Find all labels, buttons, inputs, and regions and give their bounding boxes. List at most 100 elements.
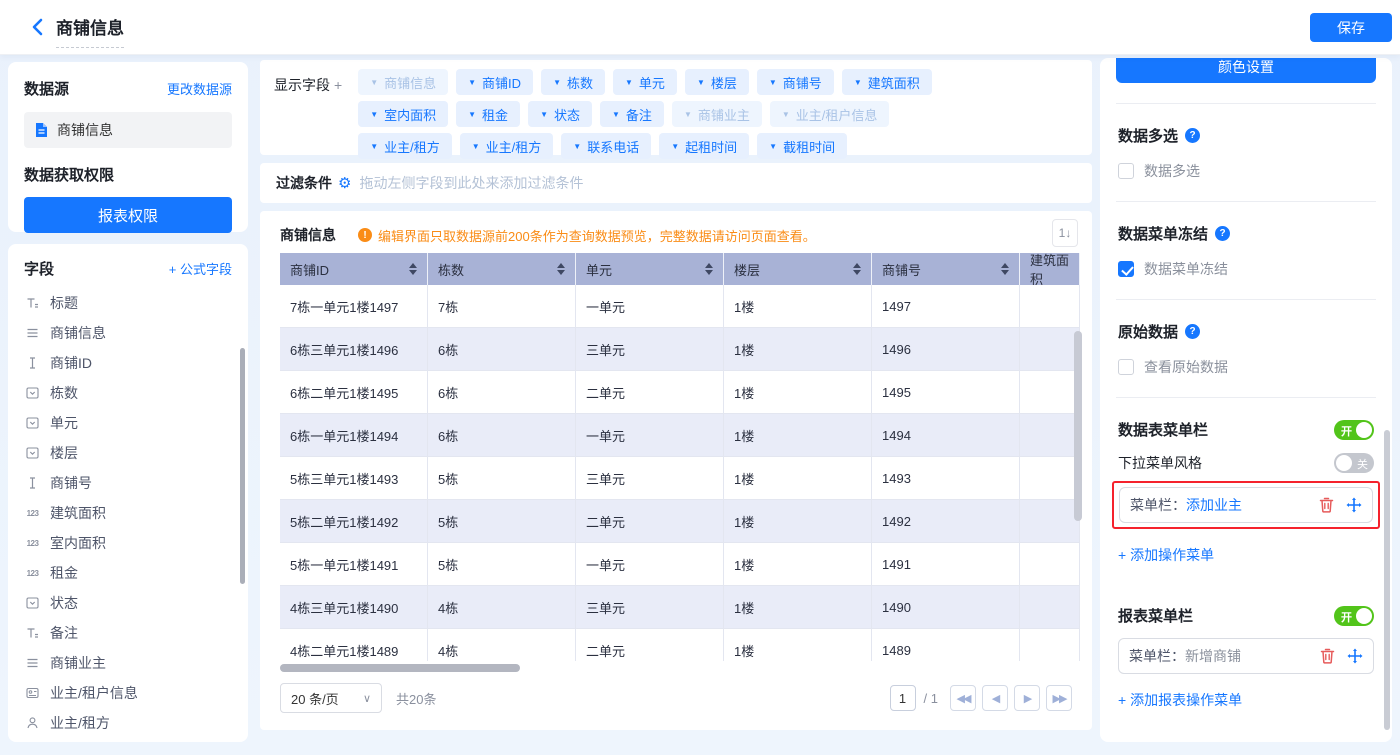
- column-header[interactable]: 栋数: [428, 253, 576, 285]
- dropdown-style-toggle-off[interactable]: 关: [1334, 453, 1374, 473]
- column-header[interactable]: 建筑面积: [1020, 253, 1080, 285]
- field-chip[interactable]: ▼业主/租方: [460, 133, 554, 159]
- field-chip[interactable]: ▼状态: [528, 101, 592, 127]
- table-row: 4栋二单元1楼14894栋二单元1楼1489: [280, 629, 1080, 661]
- checkbox-checked[interactable]: [1118, 261, 1134, 277]
- sort-tool-button[interactable]: 1↓: [1052, 219, 1078, 247]
- first-page-button[interactable]: ◀◀: [950, 685, 976, 711]
- menu-item-value-link[interactable]: 添加业主: [1186, 495, 1242, 515]
- trash-icon[interactable]: [1319, 497, 1334, 513]
- menu-freeze-checkbox-row[interactable]: 数据菜单冻结: [1118, 259, 1374, 279]
- column-header[interactable]: 商铺ID: [280, 253, 428, 285]
- field-item[interactable]: 状态: [24, 588, 232, 618]
- fields-scrollbar[interactable]: [240, 348, 245, 584]
- last-page-button[interactable]: ▶▶: [1046, 685, 1072, 711]
- report-permission-button[interactable]: 报表权限: [24, 197, 232, 233]
- chevron-down-icon: ▼: [540, 110, 548, 119]
- field-item[interactable]: 123租金: [24, 558, 232, 588]
- field-item[interactable]: 商铺号: [24, 468, 232, 498]
- sort-arrows-icon[interactable]: [705, 263, 713, 275]
- datasource-item[interactable]: 商铺信息: [24, 112, 232, 148]
- help-icon[interactable]: ?: [1215, 226, 1230, 241]
- table-menu-item[interactable]: 菜单栏： 添加业主: [1119, 487, 1373, 523]
- field-item[interactable]: 楼层: [24, 438, 232, 468]
- field-chip[interactable]: ▼建筑面积: [842, 69, 932, 95]
- vertical-scrollbar[interactable]: [1074, 331, 1082, 521]
- field-item[interactable]: 商铺ID: [24, 348, 232, 378]
- column-header[interactable]: 单元: [576, 253, 724, 285]
- add-action-menu-link[interactable]: + 添加操作菜单: [1118, 545, 1374, 565]
- move-icon[interactable]: [1347, 648, 1363, 664]
- sort-arrows-icon[interactable]: [409, 263, 417, 275]
- datasource-item-label: 商铺信息: [57, 120, 113, 140]
- chevron-down-icon: ▼: [684, 110, 692, 119]
- add-report-action-menu-link[interactable]: + 添加报表操作菜单: [1118, 690, 1374, 710]
- help-icon[interactable]: ?: [1185, 324, 1200, 339]
- report-menu-toggle-on[interactable]: 开: [1334, 606, 1374, 626]
- add-display-field-button[interactable]: +: [334, 77, 342, 93]
- settings-scrollbar[interactable]: [1384, 430, 1390, 730]
- help-icon[interactable]: ?: [1185, 128, 1200, 143]
- move-icon[interactable]: [1346, 497, 1362, 513]
- multi-select-checkbox-row[interactable]: 数据多选: [1118, 161, 1374, 181]
- sort-arrows-icon[interactable]: [1001, 263, 1009, 275]
- display-fields-label: 显示字段+: [274, 75, 342, 146]
- save-button[interactable]: 保存: [1310, 13, 1392, 42]
- field-item[interactable]: 栋数: [24, 378, 232, 408]
- field-chip[interactable]: ▼起租时间: [659, 133, 749, 159]
- field-item[interactable]: 业主/租户信息: [24, 678, 232, 708]
- filter-placeholder[interactable]: 拖动左侧字段到此处来添加过滤条件: [359, 173, 583, 193]
- field-chip[interactable]: ▼楼层: [685, 69, 749, 95]
- field-chip[interactable]: ▼商铺ID: [456, 69, 533, 95]
- field-chip[interactable]: ▼室内面积: [358, 101, 448, 127]
- add-formula-field-link[interactable]: + 公式字段: [169, 259, 232, 278]
- sort-arrows-icon[interactable]: [853, 263, 861, 275]
- field-item[interactable]: 标题: [24, 288, 232, 318]
- highlight-red-box: 菜单栏： 添加业主: [1112, 481, 1380, 529]
- field-chip[interactable]: ▼商铺信息: [358, 69, 448, 95]
- field-item[interactable]: 商铺业主: [24, 648, 232, 678]
- column-header[interactable]: 商铺号: [872, 253, 1020, 285]
- field-item[interactable]: 备注: [24, 618, 232, 648]
- settings-panel: 颜色设置 数据多选 ? 数据多选 数据菜单冻结 ? 数据菜单冻结 原始数据 ? …: [1100, 58, 1392, 742]
- prev-page-button[interactable]: ◀: [982, 685, 1008, 711]
- person-icon: [24, 716, 41, 731]
- sort-arrows-icon[interactable]: [557, 263, 565, 275]
- color-settings-button[interactable]: 颜色设置: [1116, 58, 1376, 83]
- select-icon: [24, 446, 41, 461]
- select-icon: [24, 596, 41, 611]
- field-item[interactable]: 商铺信息: [24, 318, 232, 348]
- field-chip[interactable]: ▼截租时间: [757, 133, 847, 159]
- field-item[interactable]: 业主/租方: [24, 708, 232, 738]
- report-menu-bar-title: 报表菜单栏 开: [1118, 605, 1374, 626]
- horizontal-scrollbar[interactable]: [280, 664, 1080, 672]
- field-item[interactable]: 单元: [24, 408, 232, 438]
- field-chip[interactable]: ▼单元: [613, 69, 677, 95]
- column-header[interactable]: 楼层: [724, 253, 872, 285]
- page-size-select[interactable]: 20 条/页 ∨: [280, 683, 382, 713]
- field-chip[interactable]: ▼业主/租方: [358, 133, 452, 159]
- field-chip[interactable]: ▼业主/租户信息: [770, 101, 890, 127]
- field-chip[interactable]: ▼栋数: [541, 69, 605, 95]
- change-datasource-link[interactable]: 更改数据源: [167, 79, 232, 98]
- current-page-input[interactable]: 1: [890, 685, 916, 711]
- field-chip[interactable]: ▼备注: [600, 101, 664, 127]
- field-chip[interactable]: ▼商铺业主: [672, 101, 762, 127]
- field-chip[interactable]: ▼租金: [456, 101, 520, 127]
- list-icon: [24, 656, 41, 671]
- field-item[interactable]: 123建筑面积: [24, 498, 232, 528]
- raw-data-checkbox-row[interactable]: 查看原始数据: [1118, 357, 1374, 377]
- checkbox-unchecked[interactable]: [1118, 359, 1134, 375]
- report-menu-item[interactable]: 菜单栏： 新增商铺: [1118, 638, 1374, 674]
- table-menu-toggle-on[interactable]: 开: [1334, 420, 1374, 440]
- chevron-down-icon: ▼: [671, 142, 679, 151]
- back-icon[interactable]: [26, 15, 50, 39]
- field-item[interactable]: 123室内面积: [24, 528, 232, 558]
- checkbox-unchecked[interactable]: [1118, 163, 1134, 179]
- field-chip[interactable]: ▼联系电话: [561, 133, 651, 159]
- gear-icon[interactable]: ⚙: [338, 174, 351, 192]
- next-page-button[interactable]: ▶: [1014, 685, 1040, 711]
- trash-icon[interactable]: [1320, 648, 1335, 664]
- pagination-bar: 20 条/页 ∨ 共20条 1 / 1 ◀◀ ◀ ▶ ▶▶: [280, 683, 1072, 713]
- field-chip[interactable]: ▼商铺号: [757, 69, 834, 95]
